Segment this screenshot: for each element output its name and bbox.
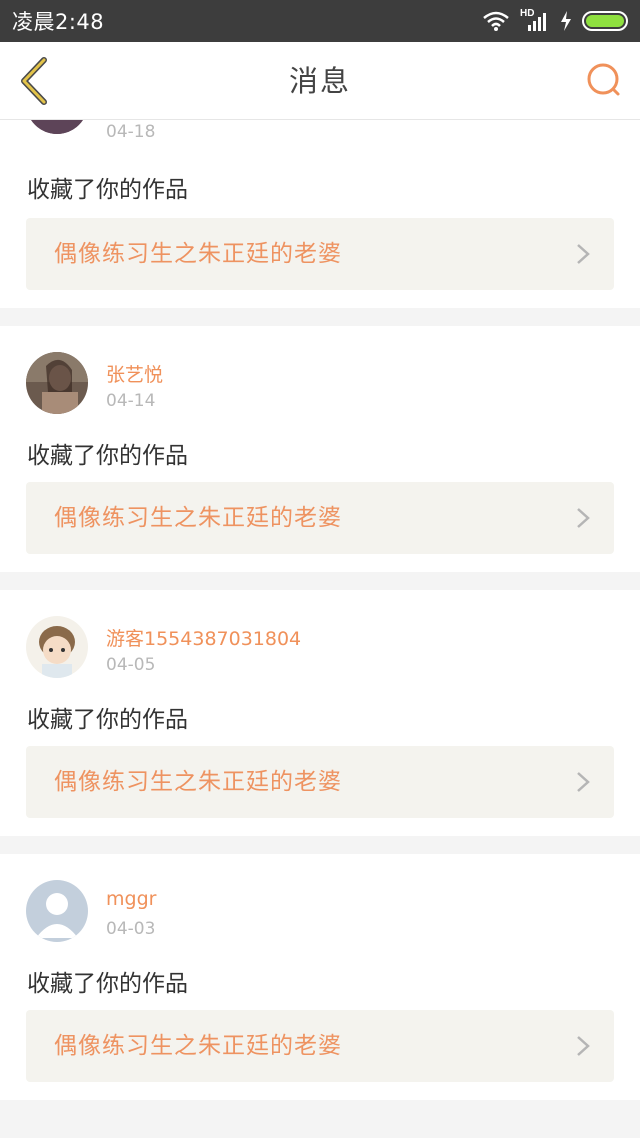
action-text: 收藏了你的作品 (27, 707, 188, 733)
page-title: 消息 (288, 64, 351, 98)
back-arrow-icon (21, 57, 47, 105)
action-text: 收藏了你的作品 (27, 443, 188, 469)
status-bar: 凌晨2:48 HD (0, 0, 640, 42)
work-link[interactable]: 偶像练习生之朱正廷的老婆 (26, 482, 614, 554)
user-name[interactable]: mggr (106, 888, 156, 910)
message-card: 游客1554387031804 04-05 收藏了你的作品 偶像练习生之朱正廷的… (0, 590, 640, 836)
search-button[interactable] (584, 60, 626, 102)
message-list[interactable]: 04-18 收藏了你的作品 偶像练习生之朱正廷的老婆 张艺悦 04-14 收藏了… (0, 120, 640, 1138)
wifi-icon (483, 11, 509, 31)
avatar[interactable] (26, 120, 88, 134)
chevron-right-icon (577, 244, 590, 264)
message-date: 04-05 (106, 655, 156, 675)
chevron-right-icon (577, 1036, 590, 1056)
battery-icon (582, 11, 628, 31)
message-card: 张艺悦 04-14 收藏了你的作品 偶像练习生之朱正廷的老婆 (0, 326, 640, 572)
search-icon (587, 63, 620, 96)
charging-icon (561, 11, 571, 31)
message-date: 04-18 (106, 122, 156, 142)
cellular-signal-icon: HD (520, 8, 550, 32)
user-name[interactable]: 张艺悦 (106, 360, 163, 387)
avatar[interactable] (26, 880, 88, 942)
status-time: 凌晨2:48 (12, 10, 105, 34)
message-card: 04-18 收藏了你的作品 偶像练习生之朱正廷的老婆 (0, 120, 640, 308)
message-date: 04-14 (106, 391, 156, 411)
action-text: 收藏了你的作品 (27, 971, 188, 997)
work-link[interactable]: 偶像练习生之朱正廷的老婆 (26, 1010, 614, 1082)
action-text: 收藏了你的作品 (27, 177, 188, 203)
chevron-right-icon (577, 508, 590, 528)
nav-bar: 消息 (0, 42, 640, 120)
work-title: 偶像练习生之朱正廷的老婆 (54, 505, 342, 531)
status-icons: HD (482, 8, 628, 32)
work-title: 偶像练习生之朱正廷的老婆 (54, 241, 342, 267)
back-button[interactable] (14, 56, 54, 106)
work-link[interactable]: 偶像练习生之朱正廷的老婆 (26, 746, 614, 818)
avatar[interactable] (26, 352, 88, 414)
message-card: mggr 04-03 收藏了你的作品 偶像练习生之朱正廷的老婆 (0, 854, 640, 1100)
chevron-right-icon (577, 772, 590, 792)
avatar[interactable] (26, 616, 88, 678)
message-date: 04-03 (106, 919, 156, 939)
work-title: 偶像练习生之朱正廷的老婆 (54, 1033, 342, 1059)
work-link[interactable]: 偶像练习生之朱正廷的老婆 (26, 218, 614, 290)
work-title: 偶像练习生之朱正廷的老婆 (54, 769, 342, 795)
user-name[interactable]: 游客1554387031804 (106, 624, 301, 651)
